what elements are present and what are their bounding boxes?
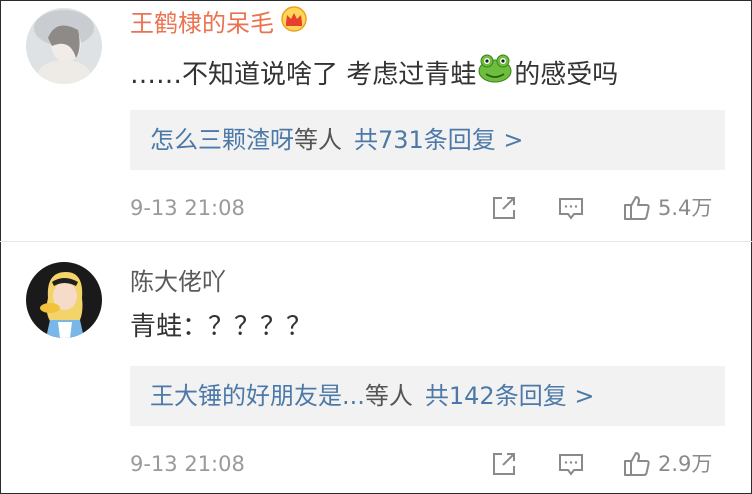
frog-emoji: [478, 53, 512, 92]
comment-text-part: 的感受吗: [514, 60, 619, 90]
reply-names[interactable]: 王大锤的好朋友是...: [150, 382, 365, 410]
like-button[interactable]: 5.4万: [622, 192, 712, 224]
reply-preview[interactable]: 王大锤的好朋友是...等人 共142条回复 >: [130, 366, 725, 426]
share-icon: [493, 453, 515, 475]
username-text[interactable]: 陈大佬吖: [130, 268, 226, 296]
reply-suffix: 等人: [364, 382, 413, 410]
avatar[interactable]: [26, 262, 102, 338]
username[interactable]: 陈大佬吖: [130, 267, 226, 297]
share-button[interactable]: [490, 192, 518, 224]
comment-text-part: ……不知道说啥了 考虑过青蛙: [130, 60, 477, 90]
comment-item: 王鹤棣的呆毛 ……不知道说啥了 考虑过青蛙 的感受吗 怎么三颗渣呀等人 共731条…: [0, 0, 752, 241]
reply-preview[interactable]: 怎么三颗渣呀等人 共731条回复 >: [130, 110, 725, 170]
comment-meta: 9-13 21:08 5.4万: [130, 192, 730, 224]
comment-icon: [559, 198, 583, 220]
comment-text: 青蛙：？？？？: [130, 310, 312, 344]
thumbs-up-icon: [624, 452, 650, 476]
comment-text: ……不知道说啥了 考虑过青蛙 的感受吗: [130, 53, 619, 95]
comment-button[interactable]: [557, 448, 585, 480]
reply-count-link[interactable]: 共731条回复 >: [354, 126, 524, 154]
comment-text-part: 青蛙：？？？？: [130, 312, 313, 342]
reply-count-link[interactable]: 共142条回复 >: [425, 382, 595, 410]
share-icon: [493, 197, 515, 219]
share-button[interactable]: [490, 448, 518, 480]
timestamp: 9-13 21:08: [130, 196, 245, 220]
crown-icon: [280, 6, 308, 39]
reply-suffix: 等人: [294, 126, 342, 154]
timestamp: 9-13 21:08: [130, 452, 245, 476]
thumbs-up-icon: [624, 196, 650, 220]
username[interactable]: 王鹤棣的呆毛: [130, 6, 308, 41]
comment-item: 陈大佬吖 青蛙：？？？？ 王大锤的好朋友是...等人 共142条回复 > 9-13…: [0, 242, 752, 494]
comment-icon: [559, 454, 583, 476]
reply-names[interactable]: 怎么三颗渣呀: [150, 126, 294, 154]
username-text[interactable]: 王鹤棣的呆毛: [130, 10, 274, 38]
comment-button[interactable]: [557, 192, 585, 224]
like-count: 5.4万: [658, 196, 713, 220]
avatar[interactable]: [26, 8, 102, 84]
comment-meta: 9-13 21:08 2.9万: [130, 448, 730, 480]
like-count: 2.9万: [658, 452, 713, 476]
like-button[interactable]: 2.9万: [622, 448, 712, 480]
